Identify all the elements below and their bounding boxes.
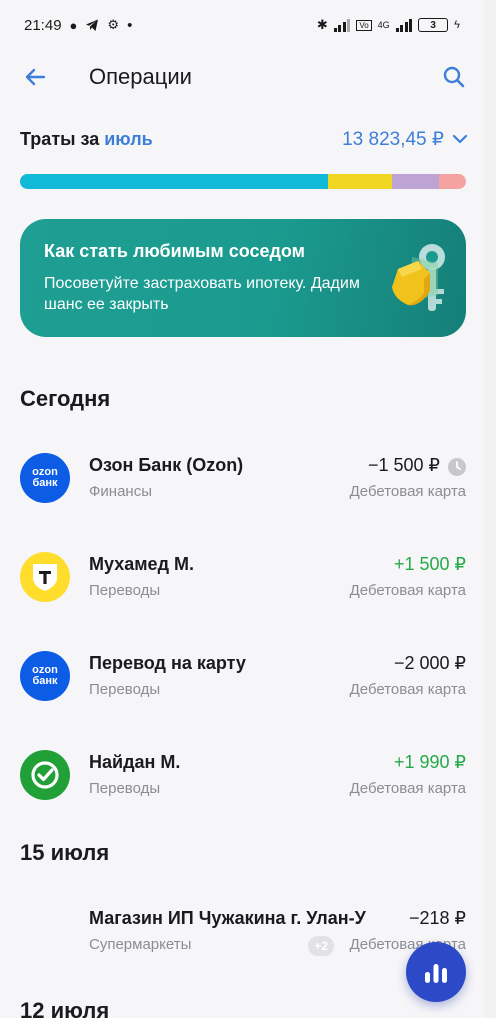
battery-level: 3 bbox=[430, 19, 436, 31]
search-icon bbox=[443, 66, 465, 88]
transaction-row[interactable]: Мухамед М. Переводы +1 500 ₽ Дебетовая к… bbox=[0, 542, 484, 622]
sber-logo bbox=[20, 750, 70, 800]
transaction-name: Мухамед М. bbox=[89, 554, 194, 574]
transaction-category: Переводы bbox=[89, 780, 161, 797]
promo-text: Посоветуйте застраховать ипотеку. Дадим … bbox=[44, 275, 360, 313]
transaction-account: Дебетовая карта bbox=[349, 582, 466, 599]
keys-shield-illustration bbox=[392, 244, 445, 311]
transaction-account: Дебетовая карта bbox=[349, 780, 466, 797]
volte-icon: Vo bbox=[356, 19, 372, 31]
app-header: Операции bbox=[0, 52, 484, 102]
search-button[interactable] bbox=[438, 61, 470, 93]
transaction-row[interactable]: Найдан М. Переводы +1 990 ₽ Дебетовая ка… bbox=[0, 740, 484, 820]
spend-segment-0 bbox=[20, 174, 328, 189]
status-bar-left: 21:49 ● ⚙ • bbox=[24, 17, 132, 34]
battery-icon: 3 bbox=[418, 18, 449, 32]
transaction-account: Дебетовая карта bbox=[349, 681, 466, 698]
chevron-down-icon bbox=[452, 134, 468, 144]
status-dot-icon: • bbox=[127, 16, 133, 34]
transaction-account: Дебетовая карта bbox=[349, 483, 466, 500]
section-heading-jul12: 12 июля bbox=[20, 998, 110, 1018]
ozon-bank-logo: ozon банк bbox=[20, 651, 70, 701]
tinkoff-shield-icon bbox=[33, 564, 57, 591]
clock-icon bbox=[448, 458, 466, 476]
spend-amount: 13 823,45 ₽ bbox=[342, 128, 444, 150]
extra-items-badge: +2 bbox=[308, 936, 334, 956]
sber-check-icon bbox=[31, 761, 59, 789]
transaction-category: Супермаркеты bbox=[89, 936, 192, 953]
ozon-bank-logo: ozon банк bbox=[20, 453, 70, 503]
arrow-left-icon bbox=[25, 68, 46, 86]
transaction-row[interactable]: ozon банк Перевод на карту Переводы −2 00… bbox=[0, 641, 484, 721]
ozon-bank-logo-text: ozon банк bbox=[32, 664, 58, 687]
promo-banner[interactable]: Как стать любимым соседом Посоветуйте за… bbox=[20, 219, 466, 337]
spend-segment-2 bbox=[392, 174, 440, 189]
transaction-name: Магазин ИП Чужакина г. Улан-У bbox=[89, 908, 366, 928]
spend-amount-toggle[interactable]: 13 823,45 ₽ bbox=[342, 128, 468, 151]
transaction-name: Найдан М. bbox=[89, 752, 181, 772]
section-heading-jul15: 15 июля bbox=[20, 840, 110, 865]
cell-signal-icon bbox=[395, 18, 413, 32]
spend-label: Траты за bbox=[20, 128, 100, 149]
bar-chart-icon bbox=[425, 964, 447, 983]
transaction-row[interactable]: ozon банк Озон Банк (Ozon) Финансы −1 500… bbox=[0, 443, 484, 523]
transaction-category: Финансы bbox=[89, 483, 152, 500]
transaction-name: Озон Банк (Ozon) bbox=[89, 455, 244, 475]
analytics-button[interactable] bbox=[406, 942, 466, 1002]
status-time: 21:49 bbox=[24, 16, 62, 34]
promo-title: Как стать любимым соседом bbox=[44, 241, 305, 261]
transaction-category: Переводы bbox=[89, 681, 161, 698]
wifi-signal-icon bbox=[333, 18, 351, 32]
tinkoff-logo bbox=[20, 552, 70, 602]
status-bar-right: ✱ Vo 4G 3 ϟ bbox=[317, 17, 460, 33]
spend-segment-1 bbox=[327, 174, 393, 189]
bluetooth-icon: ✱ bbox=[316, 17, 328, 32]
spend-summary: Траты за июль 13 823,45 ₽ bbox=[20, 124, 468, 154]
page-title: Операции bbox=[89, 64, 192, 89]
month-selector[interactable]: июль bbox=[104, 129, 153, 150]
charging-icon: ϟ bbox=[454, 19, 460, 31]
spend-breakdown-bar[interactable] bbox=[20, 174, 466, 189]
vpn-icon: ⚙ bbox=[107, 17, 120, 32]
app-screen: 21:49 ● ⚙ • ✱ Vo 4G 3 ϟ Операции Траты з… bbox=[0, 0, 484, 1018]
section-heading-today: Сегодня bbox=[20, 386, 111, 411]
transaction-amount: +1 990 ₽ bbox=[393, 752, 466, 772]
right-edge bbox=[484, 0, 496, 1018]
transaction-amount: −218 ₽ bbox=[403, 908, 466, 929]
chat-icon: ● bbox=[69, 17, 78, 33]
transaction-name: Перевод на карту bbox=[89, 653, 246, 673]
status-bar: 21:49 ● ⚙ • ✱ Vo 4G 3 ϟ bbox=[0, 0, 484, 50]
network-type: 4G bbox=[377, 20, 390, 30]
transaction-category: Переводы bbox=[89, 582, 161, 599]
transaction-amount: −1 500 ₽ bbox=[367, 455, 440, 475]
transaction-amount: −2 000 ₽ bbox=[393, 653, 466, 673]
transaction-amount: +1 500 ₽ bbox=[393, 554, 466, 574]
merchant-logo-empty bbox=[20, 906, 70, 956]
back-button[interactable] bbox=[20, 62, 50, 92]
ozon-bank-logo-text: ozon банк bbox=[32, 466, 58, 489]
telegram-icon bbox=[86, 19, 99, 31]
spend-segment-3 bbox=[439, 174, 466, 189]
